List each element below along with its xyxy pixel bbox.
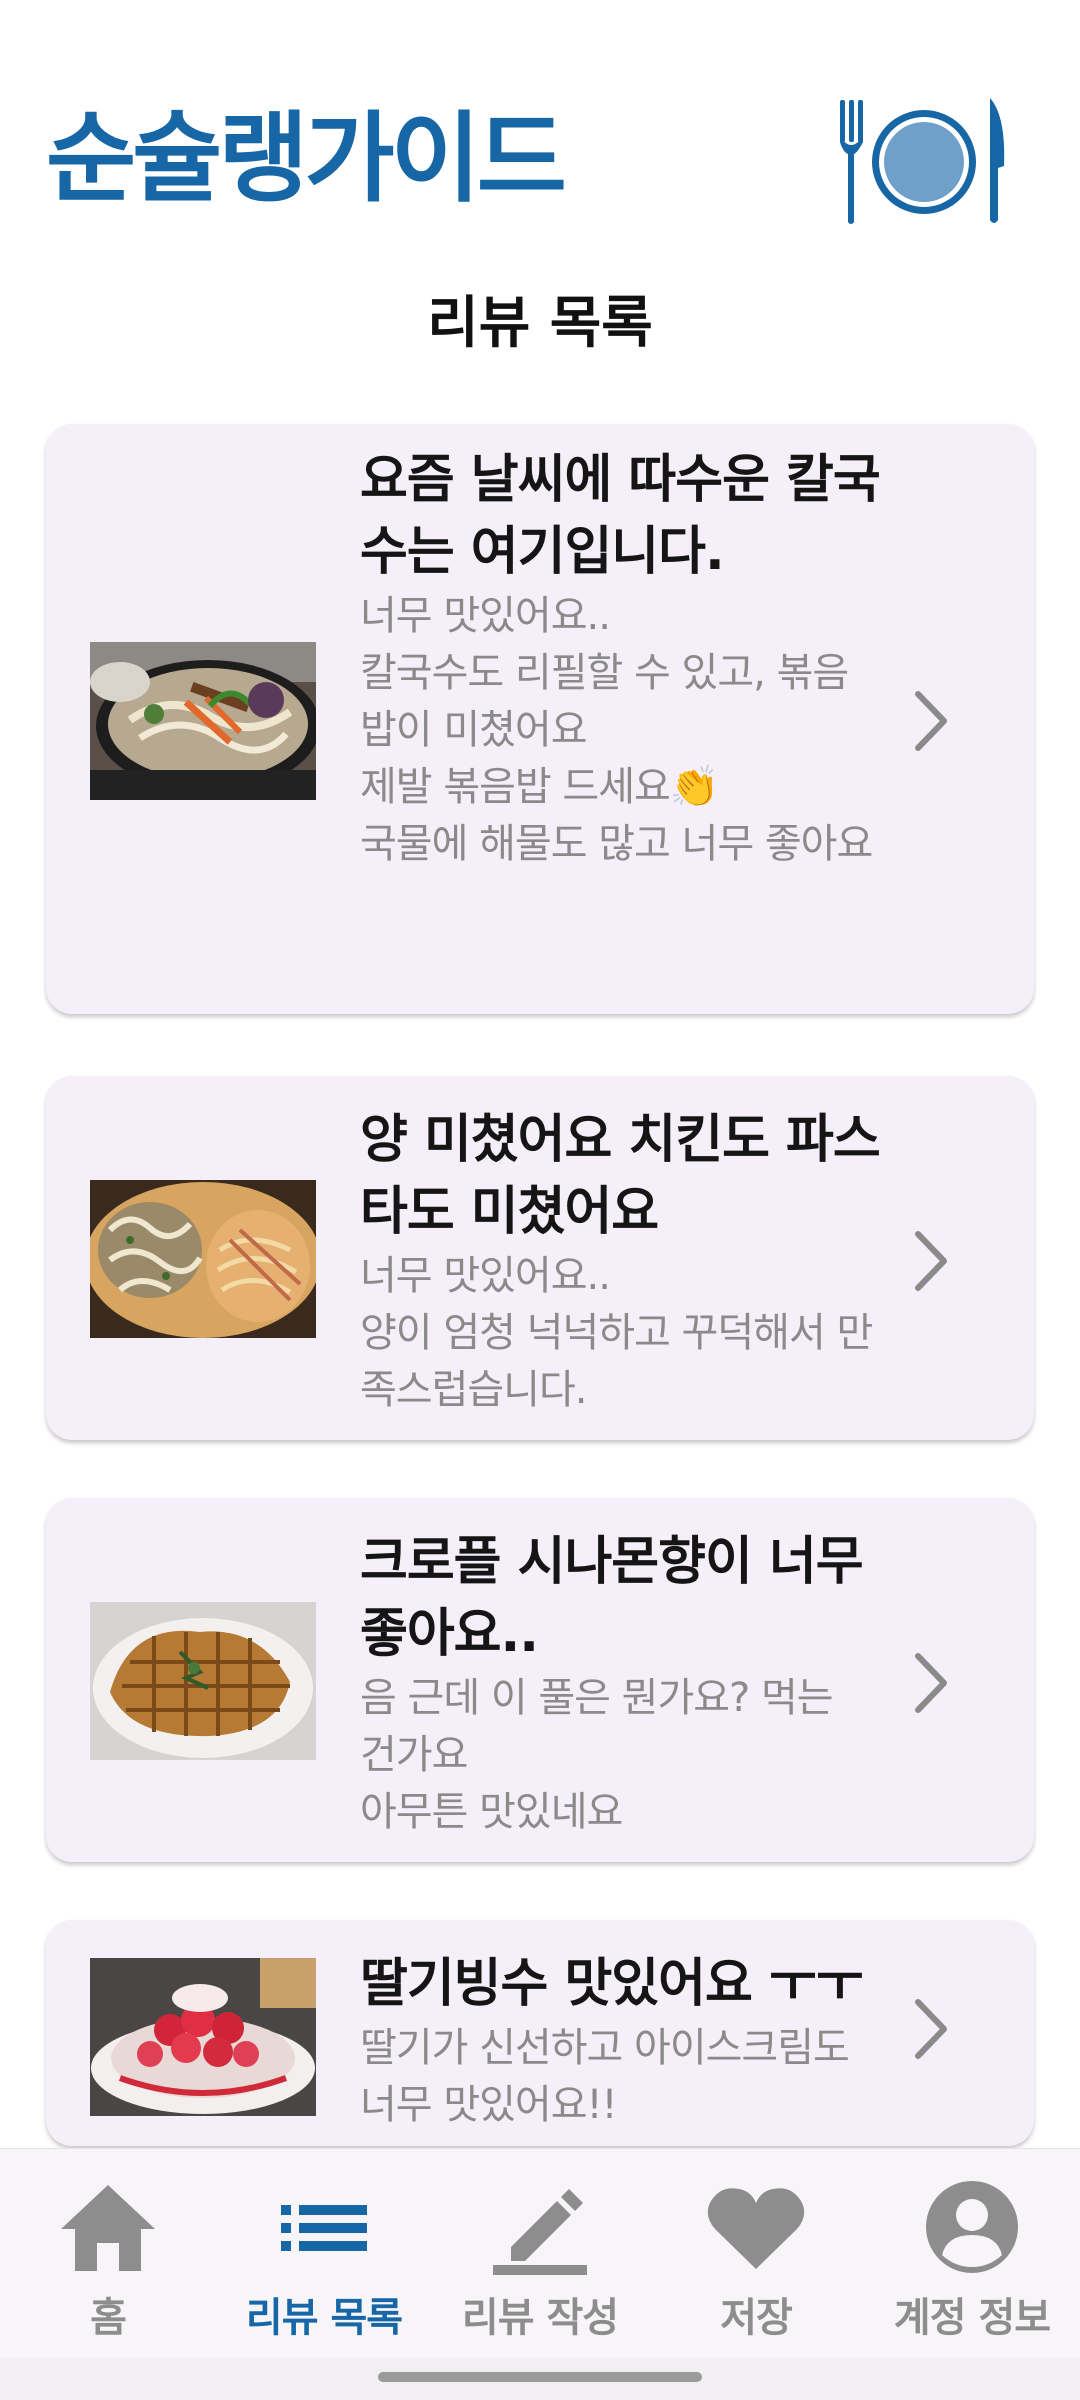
gesture-bar	[0, 2358, 1080, 2400]
home-icon	[61, 2185, 155, 2271]
chevron-right-icon[interactable]	[908, 1226, 956, 1296]
croffle-photo	[90, 1602, 316, 1760]
review-body: 딸기가 신선하고 아이스크림도 너무 맛있어요!!	[360, 2025, 850, 2128]
nav-label: 홈	[90, 2295, 127, 2341]
review-card[interactable]: 요즘 날씨에 따수운 칼국수는 여기입니다. 너무 맛있어요.. 칼국수도 리필…	[46, 424, 1034, 1014]
review-body: 음 근데 이 풀은 뭔가요? 먹는 건가요 아무튼 맛있네요	[360, 1675, 834, 1835]
review-title: 양 미쳤어요 치킨도 파스타도 미쳤어요	[360, 1110, 881, 1242]
review-body: 너무 맛있어요.. 칼국수도 리필할 수 있고, 볶음밥이 미쳤어요 제발 볶음…	[360, 593, 873, 867]
chevron-right-icon[interactable]	[908, 1648, 956, 1718]
home-indicator[interactable]	[378, 2372, 702, 2382]
nav-saved[interactable]: 저장	[648, 2177, 864, 2347]
nav-home[interactable]: 홈	[0, 2177, 216, 2347]
chevron-right-icon[interactable]	[908, 1994, 956, 2064]
account-icon	[926, 2181, 1018, 2273]
review-card[interactable]: 양 미쳤어요 치킨도 파스타도 미쳤어요 너무 맛있어요.. 양이 엄청 넉넉하…	[46, 1076, 1034, 1440]
review-list: 요즘 날씨에 따수운 칼국수는 여기입니다. 너무 맛있어요.. 칼국수도 리필…	[0, 0, 1080, 2148]
bottom-navigation: 홈 리뷰 목록 리뷰 작성 저장 계정 정보	[0, 2148, 1080, 2359]
nav-label: 저장	[720, 2295, 793, 2341]
review-title: 요즘 날씨에 따수운 칼국수는 여기입니다.	[360, 450, 881, 582]
chicken-pasta-photo	[90, 1180, 316, 1338]
nav-label: 계정 정보	[893, 2295, 1051, 2341]
pencil-icon	[493, 2189, 587, 2275]
review-title: 크로플 시나몬향이 너무 좋아요..	[360, 1532, 864, 1664]
nav-account[interactable]: 계정 정보	[864, 2177, 1080, 2347]
list-icon	[281, 2205, 367, 2251]
nav-label: 리뷰 목록	[245, 2295, 403, 2341]
nav-write-review[interactable]: 리뷰 작성	[432, 2177, 648, 2347]
review-card[interactable]: 크로플 시나몬향이 너무 좋아요.. 음 근데 이 풀은 뭔가요? 먹는 건가요…	[46, 1498, 1034, 1862]
review-title: 딸기빙수 맛있어요 ㅜㅜ	[360, 1954, 864, 2014]
strawberry-bingsu-photo	[90, 1958, 316, 2116]
review-card[interactable]: 딸기빙수 맛있어요 ㅜㅜ 딸기가 신선하고 아이스크림도 너무 맛있어요!!	[46, 1920, 1034, 2146]
nav-label: 리뷰 작성	[461, 2295, 619, 2341]
nav-review-list[interactable]: 리뷰 목록	[216, 2177, 432, 2347]
heart-icon	[707, 2188, 805, 2269]
review-body: 너무 맛있어요.. 양이 엄청 넉넉하고 꾸덕해서 만족스럽습니다.	[360, 1253, 873, 1413]
kalguksu-photo	[90, 642, 316, 800]
chevron-right-icon[interactable]	[908, 686, 956, 756]
